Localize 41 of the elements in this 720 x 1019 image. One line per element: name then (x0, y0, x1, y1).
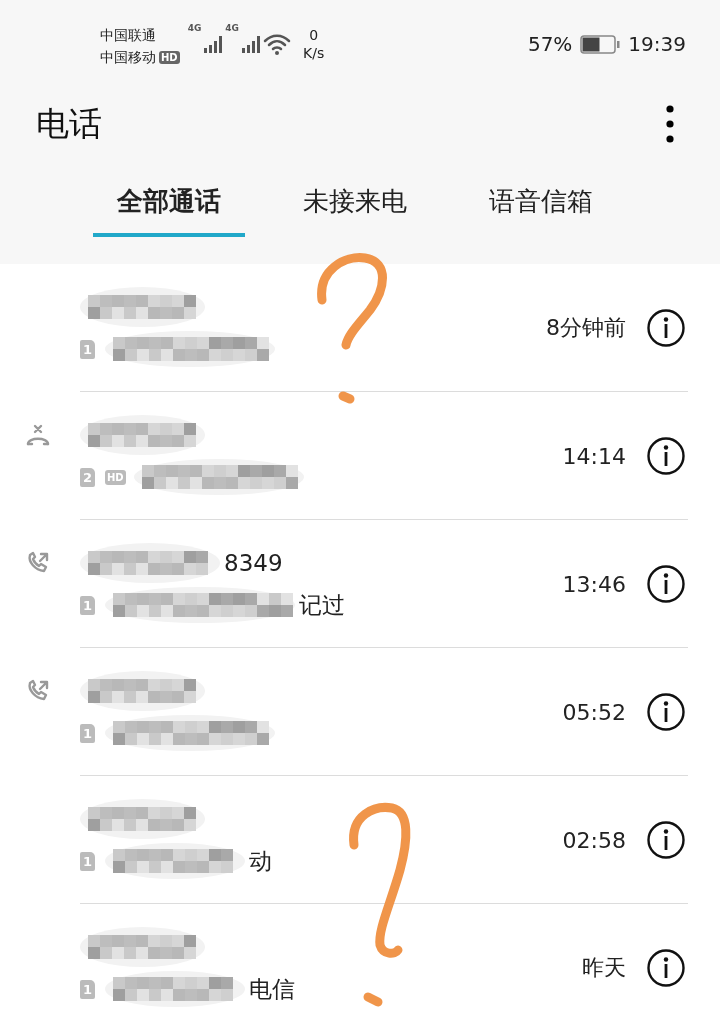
clock-time: 19:39 (628, 32, 686, 56)
contact-number: 8349 (224, 550, 283, 576)
signal-icon (203, 34, 224, 54)
sim-badge: 1 (80, 851, 95, 871)
carrier-name: 中国联通 (100, 27, 156, 43)
sim-badge: 1 (80, 339, 95, 359)
speed-unit: K/s (303, 44, 325, 62)
call-location: 电信 (249, 974, 295, 1004)
call-location: 记过 (299, 590, 345, 620)
sim-badge: 2 (80, 467, 95, 487)
carrier-name: 中国移动 (100, 49, 156, 65)
info-icon[interactable] (646, 948, 686, 988)
info-icon[interactable] (646, 564, 686, 604)
wifi-icon (263, 32, 291, 56)
info-icon[interactable] (646, 436, 686, 476)
sim-badge: 1 (80, 979, 95, 999)
call-time: 13:46 (562, 571, 627, 597)
sim-badge: 1 (80, 595, 95, 615)
call-time: 8分钟前 (546, 314, 627, 342)
signal-icon (241, 34, 261, 54)
hang-up-icon (25, 422, 51, 448)
app-title: 电话 (36, 102, 102, 145)
battery-icon (580, 34, 621, 54)
network-speed: 0 (309, 26, 319, 44)
info-icon[interactable] (646, 820, 686, 860)
network-type: 4G (225, 22, 239, 33)
call-location: 动 (249, 846, 272, 876)
call-time: 昨天 (582, 954, 627, 982)
call-time: 14:14 (562, 443, 627, 469)
tab[interactable]: 全部通话 (93, 178, 245, 237)
tab[interactable]: 语音信箱 (465, 178, 617, 237)
hd-badge: HD (105, 469, 126, 485)
sim-badge: 1 (80, 723, 95, 743)
hd-badge: HD (159, 51, 180, 64)
info-icon[interactable] (646, 692, 686, 732)
info-icon[interactable] (646, 308, 686, 348)
call-time: 05:52 (562, 699, 627, 725)
network-type: 4G (187, 22, 202, 33)
tab[interactable]: 未接来电 (279, 178, 431, 237)
battery-percent: 57% (527, 32, 573, 56)
call-time: 02:58 (562, 827, 627, 853)
